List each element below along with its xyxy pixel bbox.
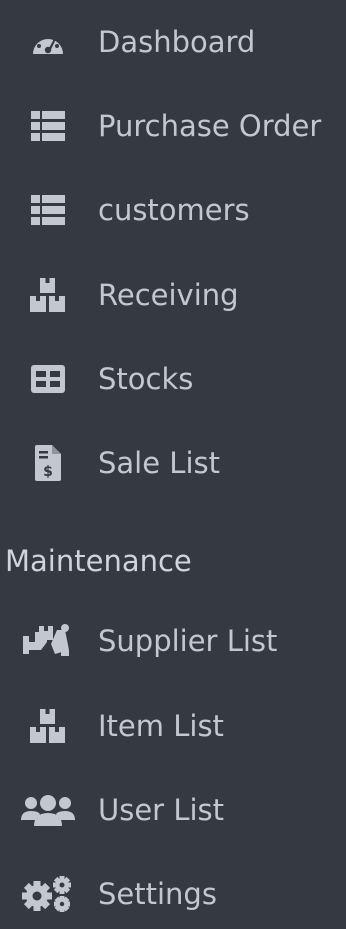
sidebar-item-user-list[interactable]: User List [0,780,346,840]
sidebar-item-supplier-list[interactable]: Supplier List [0,611,346,671]
sidebar-item-label: customers [98,193,250,227]
people-carry-icon [21,623,75,659]
sidebar-item-settings[interactable]: Settings [0,864,346,924]
cogs-icon [21,876,75,912]
sidebar-item-label: Settings [98,877,217,911]
sidebar-item-customers[interactable]: customers [0,180,346,240]
sidebar-item-stocks[interactable]: Stocks [0,349,346,409]
list-icon [21,192,75,228]
invoice-dollar-icon: $ [21,445,75,481]
nav-header-maintenance: Maintenance [5,544,192,578]
sidebar-item-purchase-order[interactable]: Purchase Order [0,96,346,156]
sidebar-item-label: Receiving [98,278,239,312]
sidebar-item-sale-list[interactable]: $ Sale List [0,433,346,493]
sidebar-item-label: User List [98,793,225,827]
sidebar-item-label: Dashboard [98,25,256,59]
table-icon [21,361,75,397]
boxes-icon [21,277,75,313]
sidebar-item-label: Stocks [98,362,194,396]
sidebar-item-label: Purchase Order [98,109,322,143]
tachometer-icon [21,24,75,60]
sidebar-item-label: Supplier List [98,624,278,658]
sidebar-item-label: Sale List [98,446,220,480]
svg-text:$: $ [43,464,53,480]
sidebar-item-item-list[interactable]: Item List [0,696,346,756]
sidebar-item-receiving[interactable]: Receiving [0,265,346,325]
sidebar-item-label: Item List [98,709,224,743]
users-icon [21,792,75,828]
boxes-icon [21,708,75,744]
sidebar-item-dashboard[interactable]: Dashboard [0,12,346,72]
sidebar: Dashboard Purchase Order customers Recei… [0,0,346,929]
list-icon [21,108,75,144]
